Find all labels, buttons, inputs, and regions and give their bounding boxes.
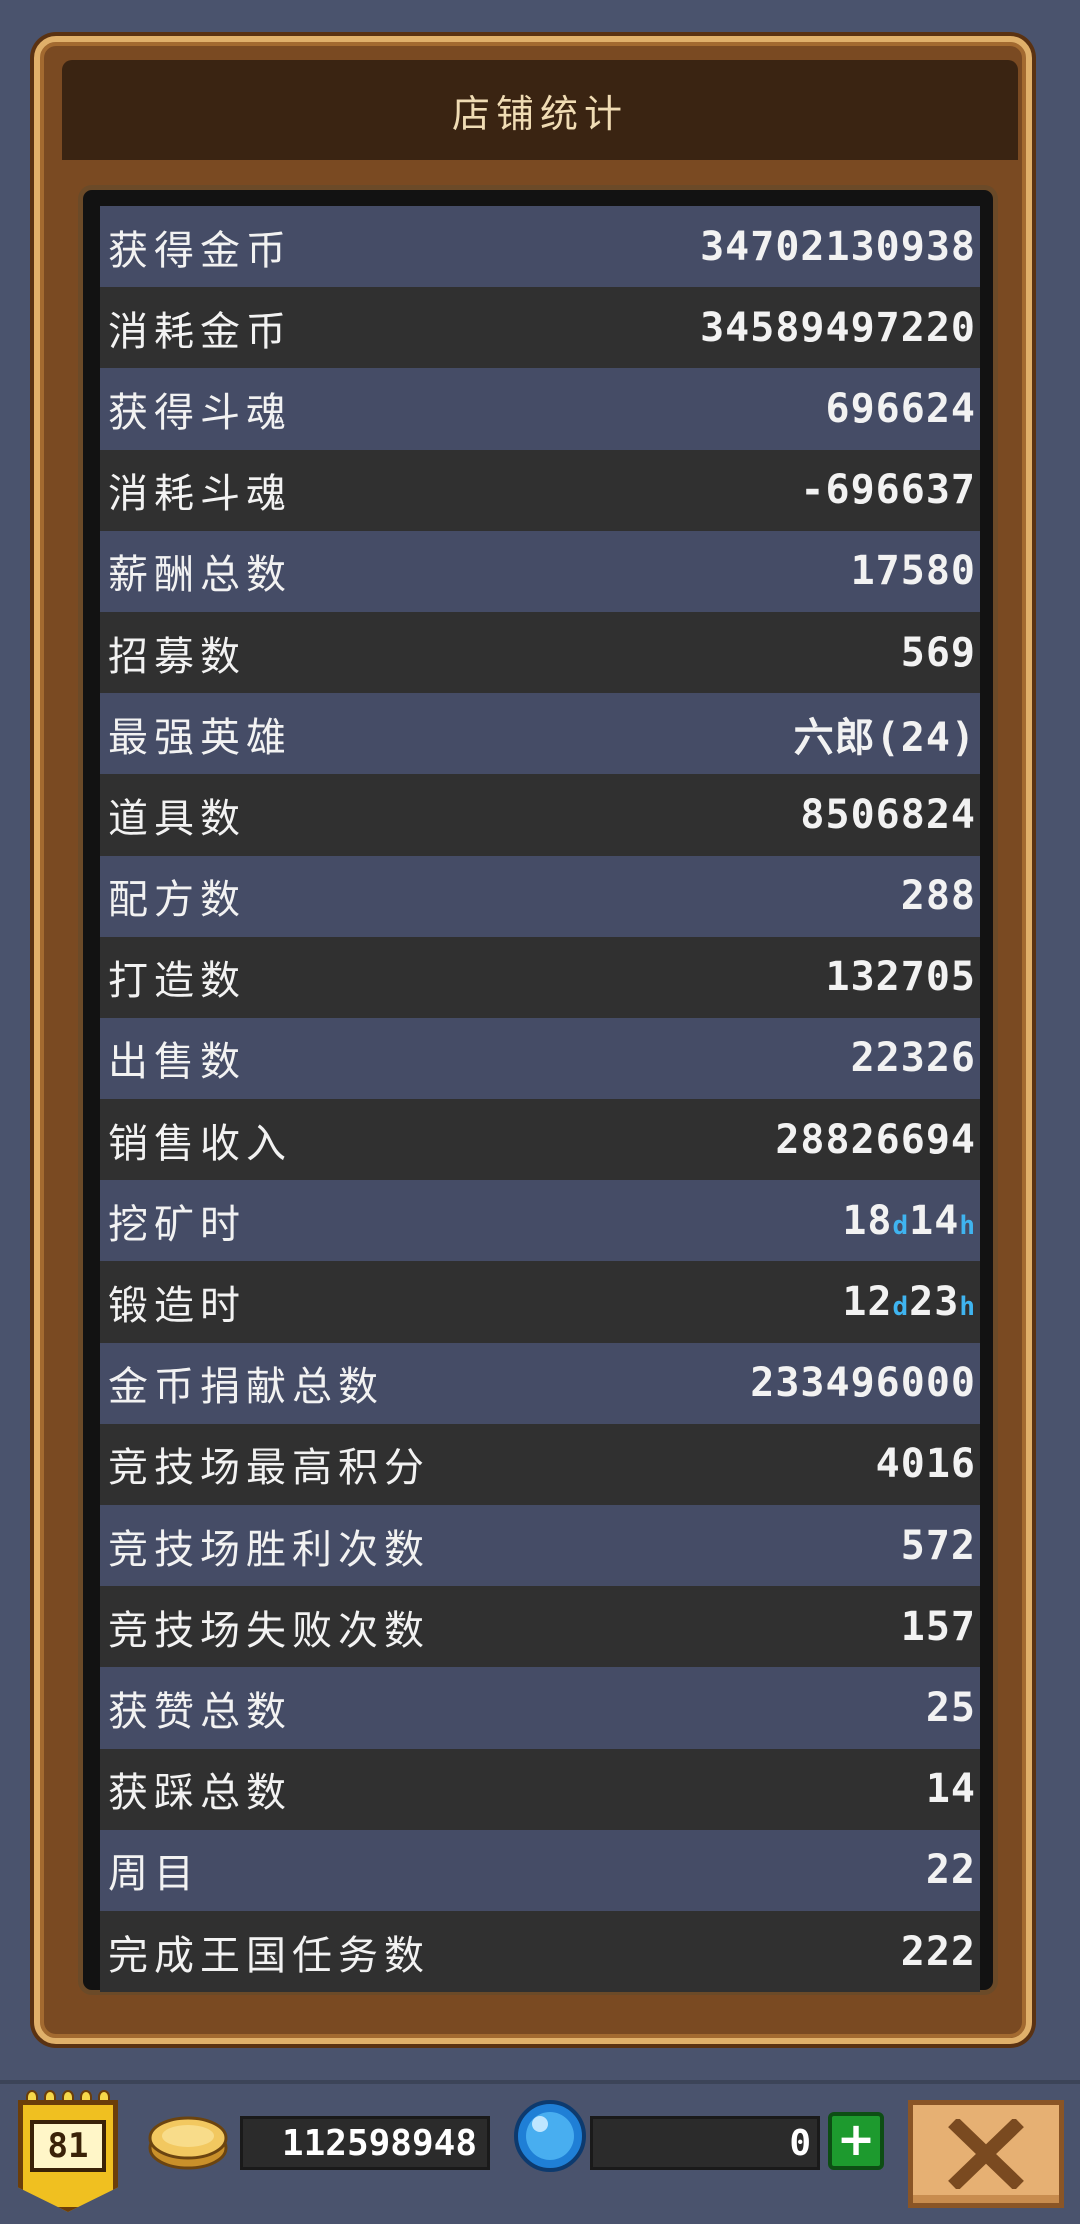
stat-label: 完成王国任务数 [108,1932,430,1979]
stat-value: 34702130938 [700,223,976,270]
stat-label: 获得斗魂 [108,389,292,436]
time-number: 18 [842,1197,893,1244]
stat-row: 获赞总数 25 [100,1667,980,1749]
stat-row: 配方数 288 [100,855,980,937]
stat-value: 157 [900,1603,976,1650]
stat-row: 招募数 569 [100,611,980,694]
stat-label: 消耗金币 [108,308,292,355]
page-title: 店铺统计 [451,91,628,136]
blue-gem-icon [514,2100,586,2172]
stat-value: 233496000 [750,1360,976,1407]
time-number: 12 [842,1279,893,1326]
stat-value: 222 [900,1928,976,1975]
stat-label: 最强英雄 [108,714,292,761]
level-badge[interactable]: 81 [18,2090,118,2212]
stat-row: 最强英雄 六郎(24) [100,693,980,775]
stat-row: 锻造时 12d23h [100,1261,980,1343]
stat-value: 569 [900,629,976,676]
gem-amount: 0 [590,2116,820,2170]
stat-value: 17580 [850,548,976,595]
stat-value: 18d14h [842,1198,976,1244]
stat-value: 132705 [825,954,976,1001]
stat-row: 金币捐献总数 233496000 [100,1342,980,1424]
stat-label: 竞技场最高积分 [108,1445,430,1492]
stat-value: 25 [925,1684,976,1731]
close-button[interactable] [908,2100,1064,2208]
stat-row: 竞技场胜利次数 572 [100,1505,980,1587]
panel-header: 店铺统计 [62,60,1018,160]
stat-row: 薪酬总数 17580 [100,530,980,612]
stat-label: 挖矿时 [108,1201,246,1248]
stat-label: 薪酬总数 [108,552,292,599]
stat-value: 288 [900,873,976,920]
stat-label: 获得金币 [108,227,292,274]
stat-label: 道具数 [108,795,246,842]
stat-row: 消耗斗魂 -696637 [100,449,980,531]
stat-label: 竞技场失败次数 [108,1607,430,1654]
stat-row: 竞技场最高积分 4016 [100,1423,980,1505]
stats-list: 获得金币 34702130938 消耗金币 34589497220 获得斗魂 696624… [100,206,980,1993]
stat-row: 打造数 132705 [100,936,980,1018]
stat-row: 销售收入 28826694 [100,1099,980,1181]
time-unit: h [959,1292,976,1323]
stat-value: 34589497220 [700,304,976,351]
stat-label: 锻造时 [108,1283,246,1330]
stat-label: 出售数 [108,1039,246,1086]
time-number: 23 [909,1279,960,1326]
stat-value: -696637 [800,467,976,514]
stat-row: 获得斗魂 696624 [100,368,980,450]
stat-row: 完成王国任务数 222 [100,1910,980,1993]
stat-row: 周目 22 [100,1829,980,1911]
time-unit: h [959,1210,976,1241]
time-unit: d [892,1292,910,1323]
stat-value: 22 [925,1847,976,1894]
stat-value: 8506824 [800,791,976,838]
stat-label: 竞技场胜利次数 [108,1526,430,1573]
stat-label: 销售收入 [108,1120,292,1167]
stat-row: 获得金币 34702130938 [100,206,980,288]
stat-label: 获赞总数 [108,1688,292,1735]
stat-row: 竞技场失败次数 157 [100,1586,980,1668]
stat-value: 12d23h [842,1279,976,1325]
stat-label: 周目 [108,1851,200,1898]
add-gem-button[interactable]: + [828,2112,884,2170]
stat-row: 获踩总数 14 [100,1748,980,1830]
stat-label: 金币捐献总数 [108,1364,384,1411]
stat-value: 六郎(24) [793,714,976,761]
gold-amount: 112598948 [240,2116,490,2170]
stat-value: 572 [900,1522,976,1569]
player-level: 81 [30,2120,106,2172]
stat-value: 28826694 [775,1116,976,1163]
stat-row: 出售数 22326 [100,1017,980,1100]
stat-value: 4016 [875,1441,976,1488]
time-unit: d [892,1210,910,1241]
stat-value: 14 [925,1766,976,1813]
stat-label: 消耗斗魂 [108,471,292,518]
stat-label: 招募数 [108,633,246,680]
stat-row: 挖矿时 18d14h [100,1180,980,1262]
stat-row: 消耗金币 34589497220 [100,287,980,369]
time-number: 14 [909,1197,960,1244]
stat-value: 22326 [850,1035,976,1082]
gold-coin-icon [148,2116,228,2170]
stat-label: 打造数 [108,958,246,1005]
stat-value: 696624 [825,385,976,432]
close-x-icon [948,2119,1024,2189]
stat-label: 获踩总数 [108,1770,292,1817]
stat-label: 配方数 [108,877,246,924]
stat-row: 道具数 8506824 [100,774,980,856]
